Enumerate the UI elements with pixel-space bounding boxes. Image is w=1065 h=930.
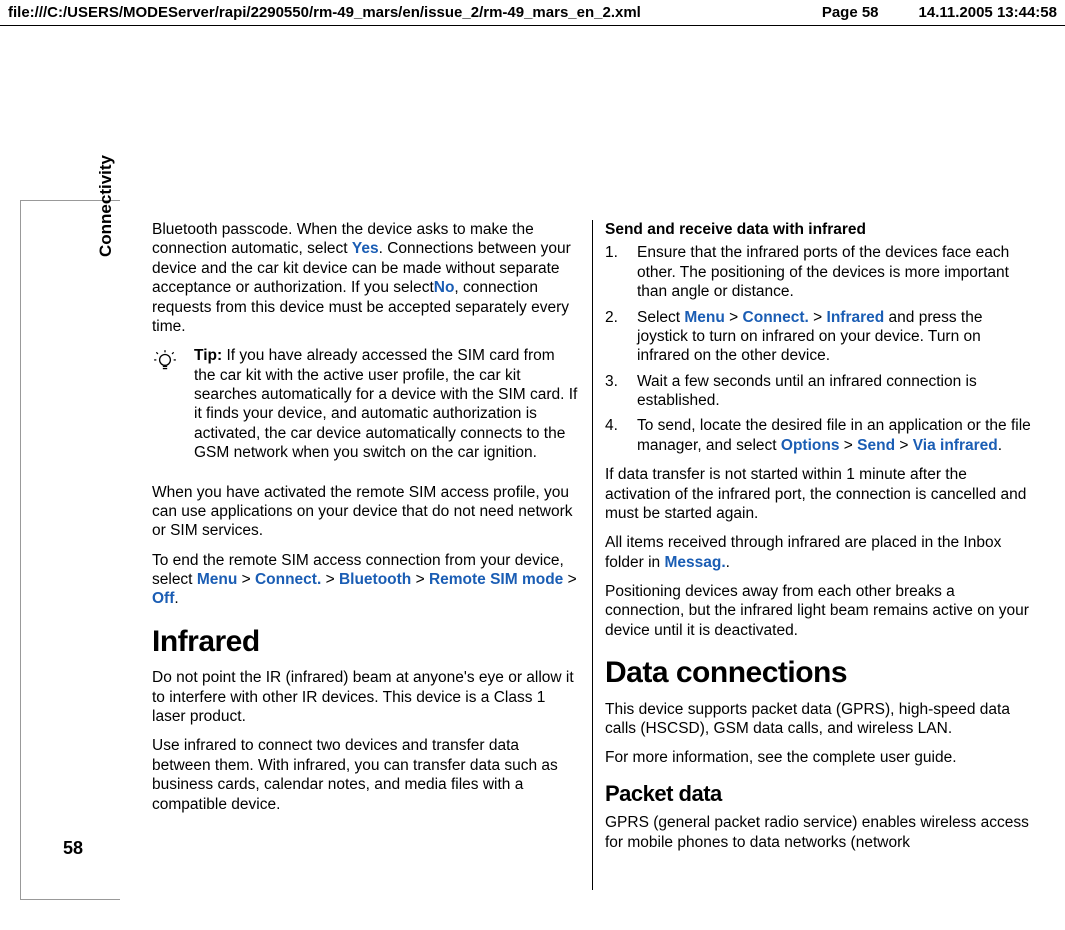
paragraph: When you have activated the remote SIM a… bbox=[152, 483, 580, 541]
text: Select bbox=[637, 309, 684, 326]
paragraph: GPRS (general packet radio service) enab… bbox=[605, 813, 1033, 852]
paragraph: Do not point the IR (infrared) beam at a… bbox=[152, 668, 580, 726]
text: . bbox=[174, 590, 178, 607]
menu-path: Connect. bbox=[255, 571, 321, 588]
step-text: Ensure that the infrared ports of the de… bbox=[637, 243, 1033, 301]
list-item: 3. Wait a few seconds until an infrared … bbox=[605, 372, 1033, 411]
paragraph: If data transfer is not started within 1… bbox=[605, 465, 1033, 523]
step-number: 1. bbox=[605, 243, 625, 301]
menu-path: Menu bbox=[197, 571, 237, 588]
paragraph: Use infrared to connect two devices and … bbox=[152, 736, 580, 814]
step-number: 3. bbox=[605, 372, 625, 411]
tip-text: Tip: If you have already accessed the SI… bbox=[194, 346, 580, 462]
menu-path: Via infrared bbox=[913, 437, 998, 454]
list-item: 2. Select Menu > Connect. > Infrared and… bbox=[605, 308, 1033, 366]
step-number: 2. bbox=[605, 308, 625, 366]
menu-path: Options bbox=[781, 437, 840, 454]
side-tab: Connectivity 58 bbox=[20, 200, 120, 900]
ui-option-yes: Yes bbox=[352, 240, 379, 257]
menu-path: Send bbox=[857, 437, 895, 454]
steps-list: 1. Ensure that the infrared ports of the… bbox=[605, 243, 1033, 455]
separator: > bbox=[839, 437, 857, 454]
menu-path: Menu bbox=[684, 309, 724, 326]
paragraph: Bluetooth passcode. When the device asks… bbox=[152, 220, 580, 336]
page-indicator: Page 58 bbox=[822, 4, 879, 21]
menu-path: Infrared bbox=[827, 309, 885, 326]
separator: > bbox=[237, 571, 255, 588]
paragraph: This device supports packet data (GPRS),… bbox=[605, 700, 1033, 739]
separator: > bbox=[809, 309, 827, 326]
tip-label: Tip: bbox=[194, 347, 226, 364]
lightbulb-icon bbox=[152, 346, 184, 472]
paragraph: Positioning devices away from each other… bbox=[605, 582, 1033, 640]
ui-option-no: No bbox=[434, 279, 455, 296]
page-header: file:///C:/USERS/MODEServer/rapi/2290550… bbox=[0, 0, 1065, 26]
paragraph: All items received through infrared are … bbox=[605, 533, 1033, 572]
menu-path: Remote SIM mode bbox=[429, 571, 563, 588]
heading-infrared: Infrared bbox=[152, 623, 580, 661]
heading-send-receive: Send and receive data with infrared bbox=[605, 220, 1033, 239]
separator: > bbox=[563, 571, 576, 588]
page-number: 58 bbox=[63, 838, 83, 859]
file-path: file:///C:/USERS/MODEServer/rapi/2290550… bbox=[8, 4, 822, 21]
text: . bbox=[726, 554, 730, 571]
left-column: Bluetooth passcode. When the device asks… bbox=[140, 220, 593, 890]
menu-path: Connect. bbox=[743, 309, 809, 326]
paragraph: For more information, see the complete u… bbox=[605, 748, 1033, 767]
page-body: Connectivity 58 Bluetooth passcode. When… bbox=[20, 190, 1045, 910]
heading-data-connections: Data connections bbox=[605, 654, 1033, 692]
section-label: Connectivity bbox=[96, 155, 116, 257]
step-number: 4. bbox=[605, 416, 625, 455]
datetime: 14.11.2005 13:44:58 bbox=[919, 4, 1057, 21]
list-item: 4. To send, locate the desired file in a… bbox=[605, 416, 1033, 455]
tip-block: Tip: If you have already accessed the SI… bbox=[152, 346, 580, 472]
menu-path: Messag. bbox=[664, 554, 725, 571]
step-text: Wait a few seconds until an infrared con… bbox=[637, 372, 1033, 411]
step-text: To send, locate the desired file in an a… bbox=[637, 416, 1033, 455]
step-text: Select Menu > Connect. > Infrared and pr… bbox=[637, 308, 1033, 366]
menu-path: Off bbox=[152, 590, 174, 607]
list-item: 1. Ensure that the infrared ports of the… bbox=[605, 243, 1033, 301]
menu-path: Bluetooth bbox=[339, 571, 411, 588]
heading-packet-data: Packet data bbox=[605, 780, 1033, 808]
separator: > bbox=[895, 437, 913, 454]
text: . bbox=[998, 437, 1002, 454]
content-columns: Bluetooth passcode. When the device asks… bbox=[140, 220, 1045, 890]
separator: > bbox=[411, 571, 429, 588]
right-column: Send and receive data with infrared 1. E… bbox=[593, 220, 1045, 890]
paragraph: To end the remote SIM access connection … bbox=[152, 551, 580, 609]
separator: > bbox=[321, 571, 339, 588]
text: If you have already accessed the SIM car… bbox=[194, 347, 577, 461]
separator: > bbox=[725, 309, 743, 326]
